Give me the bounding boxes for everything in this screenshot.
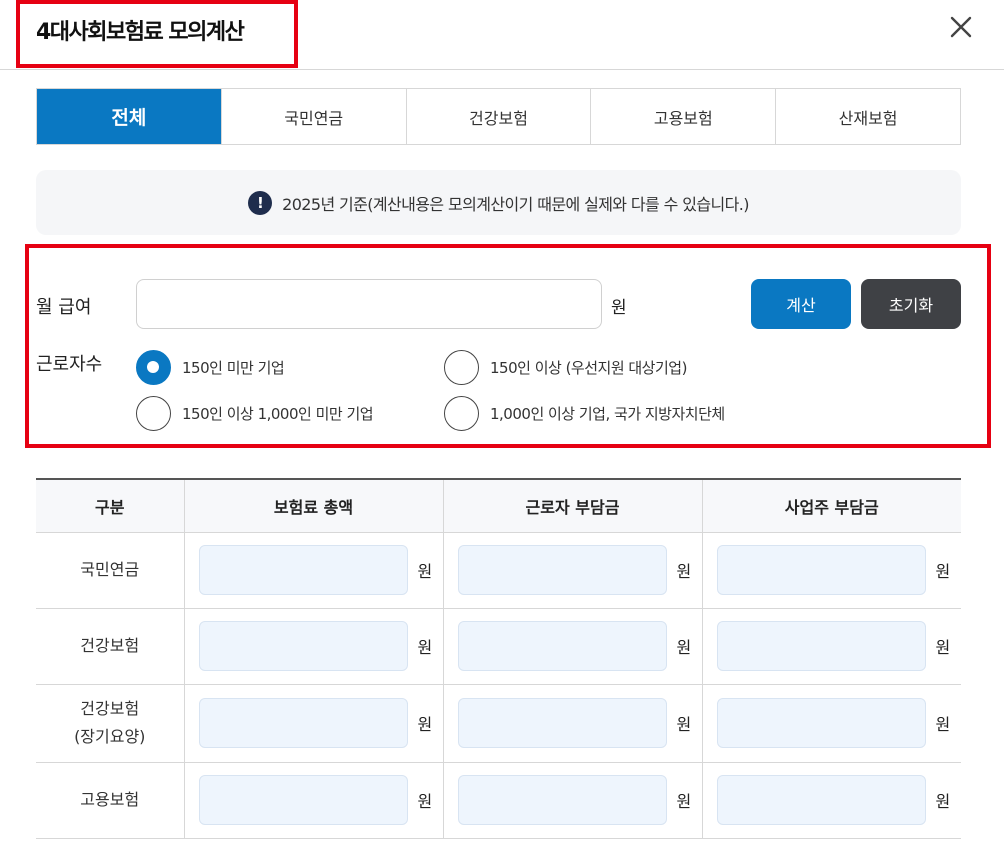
calculate-button[interactable]: 계산 [751,279,851,329]
salary-input[interactable] [136,279,602,329]
row-label: 건강보험 (장기요양) [36,684,184,763]
header-employer: 사업주 부담금 [701,479,961,533]
radio-label: 150인 이상 1,000인 미만 기업 [182,405,374,423]
unit-label: 원 [935,562,951,581]
employee-amount-field [457,775,667,825]
workers-label: 근로자수 [36,354,103,375]
unit-label: 원 [935,792,951,811]
title-highlight-box [16,0,298,68]
table-row: 건강보험 원 원 원 [36,608,961,685]
unit-label: 원 [417,792,433,811]
unit-label: 원 [676,715,692,734]
notice-banner: ! 2025년 기준(계산내용은 모의계산이기 때문에 실제와 다를 수 있습니… [36,170,961,235]
radio-150-priority[interactable]: 150인 이상 (우선지원 대상기업) [444,350,687,385]
radio-label: 150인 미만 기업 [182,359,285,377]
header-total: 보험료 총액 [183,479,443,533]
radio-circle[interactable] [444,350,479,385]
radio-label: 150인 이상 (우선지원 대상기업) [490,359,687,377]
total-amount-field [198,545,408,595]
row-label-line1: 국민연금 [80,560,140,579]
radio-over-1000[interactable]: 1,000인 이상 기업, 국가 지방자치단체 [444,396,725,431]
header-category: 구분 [36,479,184,533]
employee-amount-field [457,545,667,595]
tab-bar: 전체 국민연금 건강보험 고용보험 산재보험 [36,88,961,145]
header-employee: 근로자 부담금 [442,479,702,533]
unit-label: 원 [676,638,692,657]
row-label-line1: 건강보험 [80,699,140,718]
table-row: 건강보험 (장기요양) 원 원 원 [36,684,961,763]
employee-amount-field [457,621,667,671]
tab-health-insurance[interactable]: 건강보험 [405,89,591,144]
tab-industrial-accident-insurance[interactable]: 산재보험 [775,89,960,144]
unit-label: 원 [417,638,433,657]
row-label: 건강보험 [36,608,184,685]
row-label: 국민연금 [36,532,184,609]
unit-label: 원 [935,715,951,734]
table-row: 국민연금 원 원 원 [36,532,961,609]
employee-amount-field [457,698,667,748]
unit-label: 원 [676,562,692,581]
tab-all[interactable]: 전체 [37,89,221,144]
unit-label: 원 [935,638,951,657]
radio-label: 1,000인 이상 기업, 국가 지방자치단체 [490,405,725,423]
row-label-line1: 건강보험 [80,636,140,655]
row-label-line2: (장기요양) [74,727,146,746]
row-label: 고용보험 [36,762,184,839]
tab-national-pension[interactable]: 국민연금 [220,89,406,144]
reset-button[interactable]: 초기화 [861,279,961,329]
unit-label: 원 [417,715,433,734]
table-row: 고용보험 원 원 원 [36,762,961,839]
close-icon[interactable] [946,12,976,42]
notice-text: 2025년 기준(계산내용은 모의계산이기 때문에 실제와 다를 수 있습니다.… [282,194,749,214]
row-label-line1: 고용보험 [80,790,140,809]
table-header-row: 구분 보험료 총액 근로자 부담금 사업주 부담금 [36,479,961,533]
radio-circle[interactable] [136,350,171,385]
total-amount-field [198,698,408,748]
result-table: 구분 보험료 총액 근로자 부담금 사업주 부담금 국민연금 원 원 원 건강보… [36,478,961,839]
salary-label: 월 급여 [36,297,92,318]
info-icon: ! [248,190,273,215]
radio-under-150[interactable]: 150인 미만 기업 [136,350,285,385]
salary-unit: 원 [611,298,627,318]
employer-amount-field [716,698,926,748]
employer-amount-field [716,545,926,595]
total-amount-field [198,621,408,671]
radio-circle[interactable] [444,396,479,431]
unit-label: 원 [676,792,692,811]
employer-amount-field [716,775,926,825]
radio-150-to-1000[interactable]: 150인 이상 1,000인 미만 기업 [136,396,374,431]
total-amount-field [198,775,408,825]
unit-label: 원 [417,562,433,581]
radio-circle[interactable] [136,396,171,431]
tab-employment-insurance[interactable]: 고용보험 [590,89,776,144]
employer-amount-field [716,621,926,671]
